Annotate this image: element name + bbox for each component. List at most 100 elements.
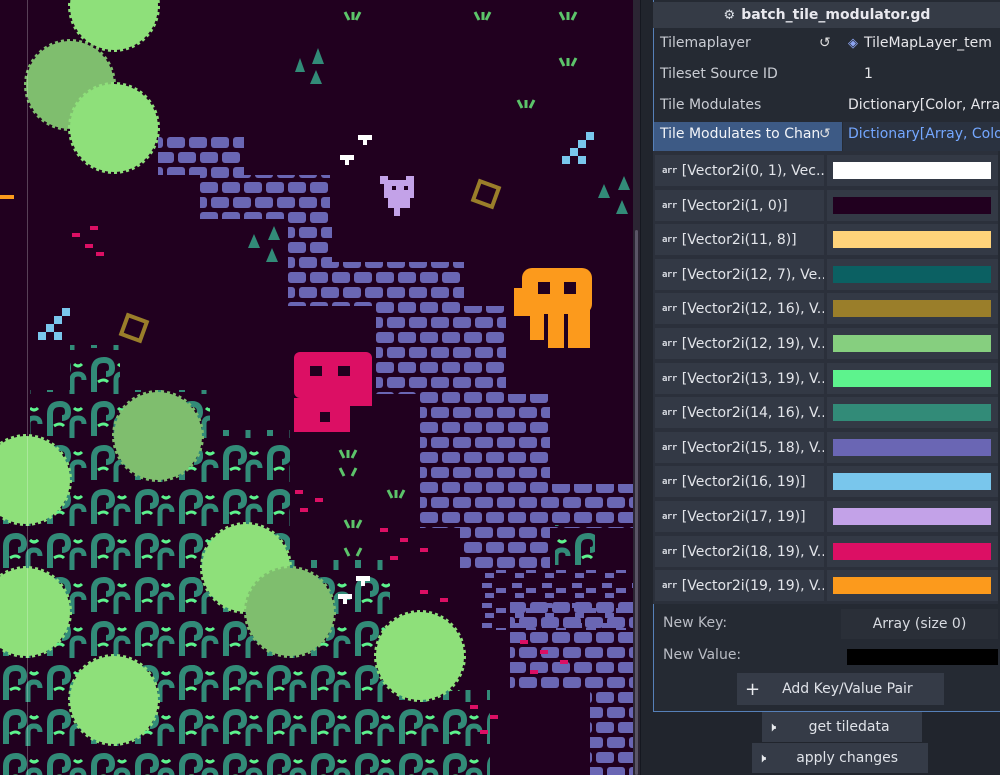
property-value[interactable]: ◈ TileMapLayer_tem (848, 35, 1000, 51)
array-type-icon: arr (662, 338, 677, 349)
scrollbar-thumb[interactable] (635, 230, 638, 775)
new-key-row: New Key: Array (size 0) (655, 609, 998, 639)
dictionary-value[interactable] (827, 432, 998, 463)
color-swatch[interactable] (833, 404, 991, 421)
dictionary-value[interactable] (827, 397, 998, 428)
dictionary-key[interactable]: arr [Vector2i(13, 19), V... (655, 363, 824, 394)
color-swatch[interactable] (833, 335, 991, 352)
signal-icon: 🕨 (758, 750, 767, 766)
dictionary-key[interactable]: arr [Vector2i(11, 8)] (655, 224, 824, 255)
dictionary-key[interactable]: arr [Vector2i(17, 19)] (655, 501, 824, 532)
dictionary-entry[interactable]: arr [Vector2i(18, 19), V... (655, 536, 998, 567)
dictionary-value[interactable] (827, 224, 998, 255)
array-type-icon: arr (662, 407, 677, 418)
property-value[interactable]: Dictionary[Array, Color (848, 126, 1000, 142)
tilemap-viewport[interactable] (0, 0, 640, 775)
dictionary-value[interactable] (827, 466, 998, 497)
property-tilemaplayer[interactable]: Tilemaplayer ↺ ◈ TileMapLayer_tem (653, 29, 1000, 60)
dictionary-key[interactable]: arr [Vector2i(18, 19), V... (655, 536, 824, 567)
dictionary-key[interactable]: arr [Vector2i(12, 7), Ve... (655, 259, 824, 290)
dictionary-entry[interactable]: arr [Vector2i(12, 16), V... (655, 293, 998, 324)
dictionary-key[interactable]: arr [Vector2i(0, 1), Vec... (655, 155, 824, 186)
color-swatch[interactable] (833, 266, 991, 283)
property-label: Tile Modulates (660, 97, 762, 113)
script-header[interactable]: ⚙ batch_tile_modulator.gd (653, 2, 1000, 28)
dictionary-entry[interactable]: arr [Vector2i(14, 16), V... (655, 397, 998, 428)
tileset-source-id-input[interactable]: 1 (864, 66, 1000, 82)
dictionary-value[interactable] (827, 328, 998, 359)
color-swatch[interactable] (833, 473, 991, 490)
plus-icon: + (745, 678, 761, 700)
dictionary-key-text: [Vector2i(0, 1), Vec... (681, 162, 824, 179)
dictionary-key-text: [Vector2i(12, 7), Ve... (681, 266, 824, 283)
dictionary-value[interactable] (827, 570, 998, 601)
property-tile-modulates[interactable]: Tile Modulates Dictionary[Color, Array (653, 91, 1000, 122)
dictionary-value[interactable] (827, 293, 998, 324)
dictionary-entry[interactable]: arr [Vector2i(17, 19)] (655, 501, 998, 532)
dictionary-entry[interactable]: arr [Vector2i(11, 8)] (655, 224, 998, 255)
dictionary-value[interactable] (827, 155, 998, 186)
property-value[interactable]: Dictionary[Color, Array (848, 97, 1000, 113)
orange-marker (0, 195, 14, 199)
get-tiledata-button[interactable]: 🕨 get tiledata (762, 712, 922, 742)
color-swatch[interactable] (833, 300, 991, 317)
color-swatch[interactable] (833, 231, 991, 248)
array-type-icon: arr (662, 442, 677, 453)
new-key-label: New Key: (663, 615, 728, 631)
dictionary-value[interactable] (827, 536, 998, 567)
magenta-beast (294, 352, 372, 432)
orange-octopus (514, 268, 592, 348)
dictionary-entry[interactable]: arr [Vector2i(0, 1), Vec... (655, 155, 998, 186)
dictionary-key[interactable]: arr [Vector2i(1, 0)] (655, 190, 824, 221)
dictionary-entry[interactable]: arr [Vector2i(1, 0)] (655, 190, 998, 221)
dictionary-value[interactable] (827, 259, 998, 290)
dictionary-entry[interactable]: arr [Vector2i(16, 19)] (655, 466, 998, 497)
dictionary-key[interactable]: arr [Vector2i(19, 19), V... (655, 570, 824, 601)
array-type-icon: arr (662, 511, 677, 522)
array-type-icon: arr (662, 546, 677, 557)
dictionary-key-text: [Vector2i(12, 19), V... (681, 335, 824, 352)
color-swatch[interactable] (833, 577, 991, 594)
dictionary-entry[interactable]: arr [Vector2i(15, 18), V... (655, 432, 998, 463)
array-type-icon: arr (662, 269, 677, 280)
dictionary-value[interactable] (827, 363, 998, 394)
color-swatch[interactable] (833, 439, 991, 456)
property-tile-modulates-to-change[interactable]: Tile Modulates to Chan ↺ Dictionary[Arra… (653, 120, 1000, 151)
dictionary-entry[interactable]: arr [Vector2i(13, 19), V... (655, 363, 998, 394)
new-value-label: New Value: (663, 647, 742, 663)
dictionary-key[interactable]: arr [Vector2i(16, 19)] (655, 466, 824, 497)
gear-icon: ⚙ (723, 7, 736, 23)
dictionary-key-text: [Vector2i(19, 19), V... (681, 577, 824, 594)
color-swatch[interactable] (833, 197, 991, 214)
dictionary-value[interactable] (827, 190, 998, 221)
revert-icon[interactable]: ↺ (819, 126, 831, 142)
dictionary-entry[interactable]: arr [Vector2i(19, 19), V... (655, 570, 998, 601)
dictionary-entry[interactable]: arr [Vector2i(12, 19), V... (655, 328, 998, 359)
apply-changes-button[interactable]: 🕨 apply changes (752, 743, 928, 773)
property-tileset-source-id[interactable]: Tileset Source ID 1 (653, 60, 1000, 91)
dictionary-key[interactable]: arr [Vector2i(14, 16), V... (655, 397, 824, 428)
color-swatch[interactable] (833, 508, 991, 525)
array-type-icon: arr (662, 580, 677, 591)
array-type-icon: arr (662, 303, 677, 314)
revert-icon[interactable]: ↺ (819, 35, 831, 51)
color-swatch[interactable] (833, 370, 991, 387)
dictionary-key[interactable]: arr [Vector2i(12, 16), V... (655, 293, 824, 324)
new-value-color-picker[interactable] (847, 649, 998, 665)
dictionary-key-text: [Vector2i(12, 16), V... (681, 300, 824, 317)
property-label: Tilemaplayer (660, 35, 751, 51)
dictionary-key[interactable]: arr [Vector2i(12, 19), V... (655, 328, 824, 359)
add-key-value-pair-button[interactable]: + Add Key/Value Pair (737, 673, 944, 705)
new-key-field[interactable]: Array (size 0) (841, 609, 998, 639)
color-swatch[interactable] (833, 162, 991, 179)
dictionary-key-text: [Vector2i(16, 19)] (681, 473, 806, 490)
color-swatch[interactable] (833, 543, 991, 560)
array-type-icon: arr (662, 234, 677, 245)
viewport-scrollbar[interactable] (633, 0, 640, 775)
dictionary-key-text: [Vector2i(11, 8)] (681, 231, 797, 248)
dictionary-entry[interactable]: arr [Vector2i(12, 7), Ve... (655, 259, 998, 290)
script-title: batch_tile_modulator.gd (741, 7, 931, 23)
dictionary-value[interactable] (827, 501, 998, 532)
dictionary-key-text: [Vector2i(15, 18), V... (681, 439, 824, 456)
dictionary-key[interactable]: arr [Vector2i(15, 18), V... (655, 432, 824, 463)
